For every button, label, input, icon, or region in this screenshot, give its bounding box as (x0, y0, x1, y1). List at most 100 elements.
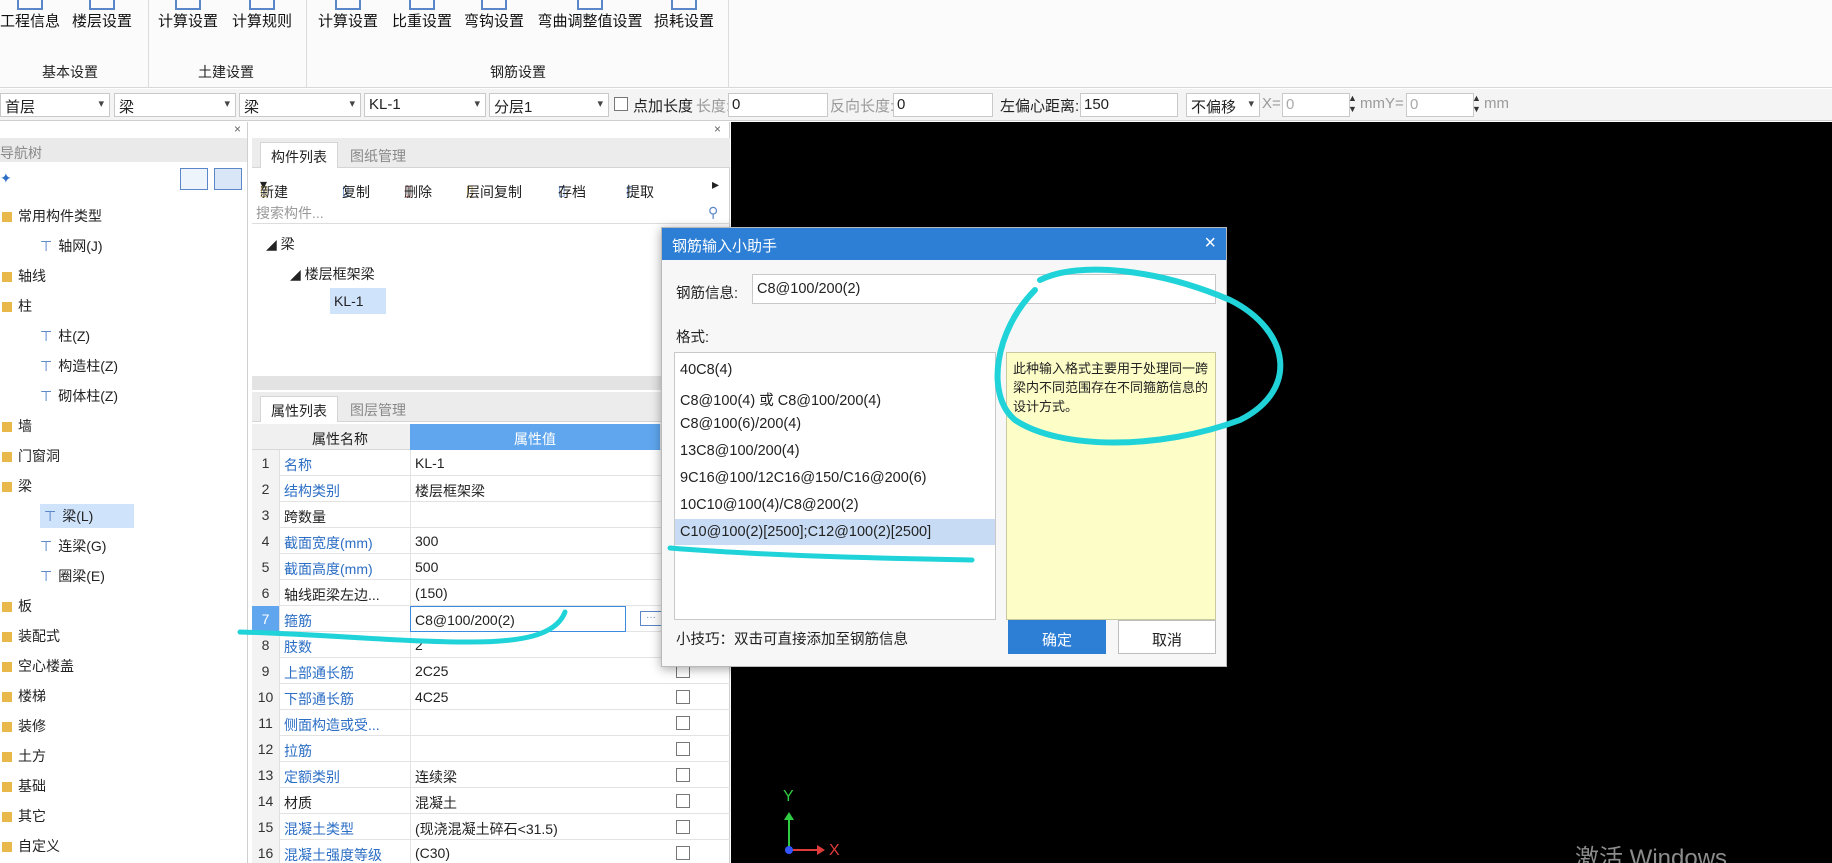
property-value[interactable] (410, 502, 660, 528)
property-row[interactable]: 8 肢数 2 (252, 632, 730, 658)
calc-rules-button[interactable]: 计算规则 (230, 0, 294, 31)
property-row[interactable]: 9 上部通长筋 2C25 (252, 658, 730, 684)
property-value[interactable]: 500 (410, 554, 660, 580)
nav-item[interactable]: ⊤ 柱(Z) (40, 326, 90, 346)
format-list-item[interactable]: C8@100(4) 或 C8@100/200(4) (675, 384, 995, 410)
nav-item[interactable]: 轴线 (2, 266, 46, 286)
nav-item[interactable]: 自定义 (2, 836, 60, 856)
property-value[interactable]: (现浇混凝土碎石<31.5) (410, 814, 660, 840)
close-icon[interactable]: × (234, 122, 241, 136)
add-length-checkbox[interactable] (614, 97, 628, 111)
tree-root-beam[interactable]: ◢ 梁 (266, 234, 295, 254)
project-info-button[interactable]: 工程信息 (0, 0, 60, 31)
format-list-item[interactable]: 9C16@100/12C16@150/C16@200(6) (675, 465, 995, 491)
tab-component-list[interactable]: 构件列表 (260, 142, 338, 168)
property-value[interactable]: 4C25 (410, 684, 660, 710)
property-value[interactable]: (C30) (410, 840, 660, 863)
bend-adjust-settings-button[interactable]: 弯曲调整值设置 (534, 0, 646, 31)
property-checkbox[interactable] (676, 846, 690, 860)
property-row[interactable]: 1 名称 KL-1 (252, 450, 730, 476)
search-icon[interactable]: ⚲ (708, 204, 718, 221)
nav-item[interactable]: 门窗洞 (2, 446, 60, 466)
property-row[interactable]: 7 箍筋 C8@100/200(2) ··· (252, 606, 730, 632)
property-row[interactable]: 2 结构类别 楼层框架梁 (252, 476, 730, 502)
property-value[interactable]: 300 (410, 528, 660, 554)
component-search-input[interactable]: 搜索构件... (252, 200, 730, 224)
tab-layer-manage[interactable]: 图层管理 (340, 396, 416, 422)
offset-input[interactable]: 150 (1080, 93, 1178, 117)
floor-select[interactable]: 首层 (0, 93, 110, 117)
ok-button[interactable]: 确定 (1008, 620, 1106, 654)
dialog-close-icon[interactable]: × (1204, 232, 1216, 255)
format-list-item[interactable]: 40C8(4) (675, 357, 995, 383)
y-input[interactable]: 0 (1406, 93, 1474, 117)
ellipsis-icon[interactable]: ··· (640, 611, 662, 626)
property-value[interactable]: 连续梁 (410, 762, 660, 788)
property-checkbox[interactable] (676, 716, 690, 730)
category-select[interactable]: 梁 (114, 93, 236, 117)
property-checkbox[interactable] (676, 742, 690, 756)
nav-item[interactable]: 柱 (2, 296, 32, 316)
type-select[interactable]: 梁 (239, 93, 361, 117)
more-icon[interactable]: ▸ (712, 176, 719, 193)
property-value[interactable]: 楼层框架梁 (410, 476, 660, 502)
nav-item[interactable]: ⊤ 砌体柱(Z) (40, 386, 118, 406)
nav-item[interactable]: ⊤ 梁(L) (40, 504, 134, 528)
format-list-item[interactable]: 13C8@100/200(4) (675, 438, 995, 464)
property-value[interactable]: (150) (410, 580, 660, 606)
list-view-icon[interactable] (180, 168, 208, 190)
nav-item[interactable]: 其它 (2, 806, 46, 826)
weight-settings-button[interactable]: 比重设置 (390, 0, 454, 31)
length-input[interactable]: 0 (728, 93, 828, 117)
property-row[interactable]: 3 跨数量 (252, 502, 730, 528)
x-input[interactable]: 0 (1282, 93, 1350, 117)
component-select[interactable]: KL-1 (364, 93, 486, 117)
property-checkbox[interactable] (676, 690, 690, 704)
format-list-item[interactable]: C8@100(6)/200(4) (675, 411, 995, 437)
rebar-calc-settings-button[interactable]: 计算设置 (316, 0, 380, 31)
floor-settings-button[interactable]: 楼层设置 (70, 0, 134, 31)
nav-item[interactable]: 楼梯 (2, 686, 46, 706)
property-row[interactable]: 14 材质 混凝土 (252, 788, 730, 814)
property-value[interactable]: 混凝土 (410, 788, 660, 814)
property-checkbox[interactable] (676, 820, 690, 834)
civil-calc-settings-button[interactable]: 计算设置 (156, 0, 220, 31)
format-list-item[interactable]: 10C10@100(4)/C8@200(2) (675, 492, 995, 518)
property-value[interactable]: 2 (410, 632, 660, 658)
nav-item[interactable]: 基础 (2, 776, 46, 796)
tree-frame-beam[interactable]: ◢ 楼层框架梁 (290, 264, 375, 284)
reverse-length-input[interactable]: 0 (893, 93, 993, 117)
layer-select[interactable]: 分层1 (489, 93, 609, 117)
nav-item[interactable]: 空心楼盖 (2, 656, 74, 676)
property-value[interactable] (410, 736, 660, 762)
tab-drawing-manage[interactable]: 图纸管理 (340, 142, 416, 168)
nav-item[interactable]: ⊤ 圈梁(E) (40, 566, 105, 586)
nav-item[interactable]: 墙 (2, 416, 32, 436)
hook-settings-button[interactable]: 弯钩设置 (462, 0, 526, 31)
nav-item[interactable]: ⊤ 连梁(G) (40, 536, 106, 556)
shift-mode-select[interactable]: 不偏移 (1186, 93, 1260, 117)
property-row[interactable]: 6 轴线距梁左边... (150) (252, 580, 730, 606)
property-value[interactable]: KL-1 (410, 450, 660, 476)
property-value[interactable]: 2C25 (410, 658, 660, 684)
property-checkbox[interactable] (676, 794, 690, 808)
tab-property-list[interactable]: 属性列表 (260, 396, 338, 422)
property-value[interactable] (410, 710, 660, 736)
nav-item[interactable]: 梁 (2, 476, 32, 496)
loss-settings-button[interactable]: 损耗设置 (652, 0, 716, 31)
property-row[interactable]: 10 下部通长筋 4C25 (252, 684, 730, 710)
rebar-info-input[interactable]: C8@100/200(2) (752, 274, 1216, 304)
format-list[interactable]: 40C8(4) C8@100(4) 或 C8@100/200(4) C8@100(6… (674, 352, 996, 620)
property-row[interactable]: 12 拉筋 (252, 736, 730, 762)
splitter[interactable] (252, 376, 730, 390)
property-value[interactable]: C8@100/200(2) (410, 606, 626, 632)
property-row[interactable]: 16 混凝土强度等级 (C30) (252, 840, 730, 863)
property-checkbox[interactable] (676, 768, 690, 782)
nav-item[interactable]: 装配式 (2, 626, 60, 646)
property-row[interactable]: 13 定额类别 连续梁 (252, 762, 730, 788)
cancel-button[interactable]: 取消 (1118, 620, 1216, 654)
detail-view-icon[interactable] (214, 168, 242, 190)
property-row[interactable]: 15 混凝土类型 (现浇混凝土碎石<31.5) (252, 814, 730, 840)
format-list-item[interactable]: C10@100(2)[2500];C12@100(2)[2500] (675, 519, 995, 545)
close-icon[interactable]: × (714, 122, 721, 136)
